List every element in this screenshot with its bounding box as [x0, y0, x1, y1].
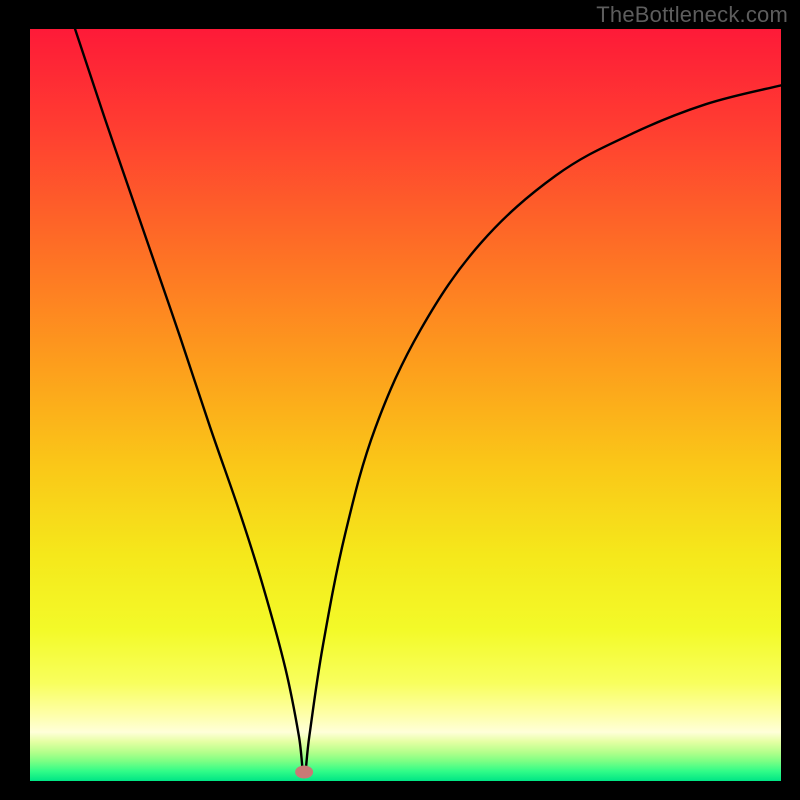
- optimum-marker: [295, 765, 313, 778]
- bottleneck-chart: [0, 0, 800, 800]
- plot-background: [30, 29, 781, 781]
- watermark-text: TheBottleneck.com: [596, 2, 788, 28]
- chart-frame: TheBottleneck.com: [0, 0, 800, 800]
